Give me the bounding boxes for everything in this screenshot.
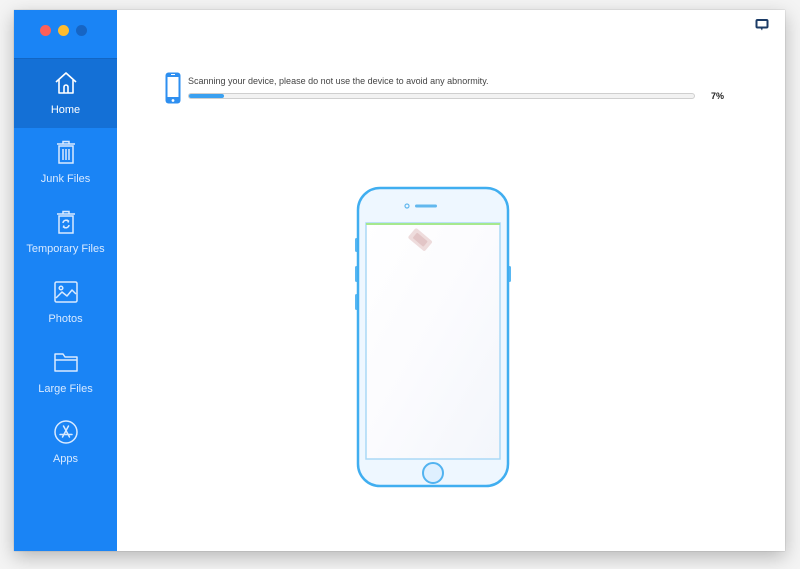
- sidebar-item-label: Apps: [52, 453, 79, 465]
- sidebar-nav: Home Junk Files Temporary Files Photos L…: [14, 58, 117, 478]
- sidebar-item-home[interactable]: Home: [14, 58, 117, 128]
- feedback-icon[interactable]: [755, 18, 769, 32]
- home-icon: [54, 72, 77, 94]
- sidebar-item-junk-files[interactable]: Junk Files: [14, 128, 117, 198]
- scan-progress-bar: [188, 93, 695, 99]
- sidebar-item-label: Home: [50, 104, 81, 116]
- scan-progress-percent: 7%: [711, 91, 725, 101]
- main-content: Scanning your device, please do not use …: [117, 10, 785, 551]
- sidebar-item-photos[interactable]: Photos: [14, 268, 117, 338]
- trash-icon: [56, 140, 75, 164]
- sidebar-item-temporary-files[interactable]: Temporary Files: [14, 198, 117, 268]
- sidebar-item-label: Photos: [48, 313, 83, 325]
- window-controls: [40, 25, 87, 36]
- image-icon: [53, 281, 78, 303]
- recycle-bin-icon: [56, 210, 75, 234]
- sidebar-item-label: Junk Files: [40, 173, 91, 185]
- scan-progress-fill: [189, 94, 225, 98]
- minimize-window-button[interactable]: [58, 25, 69, 36]
- sidebar-item-large-files[interactable]: Large Files: [14, 338, 117, 408]
- zoom-window-button[interactable]: [76, 25, 87, 36]
- close-window-button[interactable]: [40, 25, 51, 36]
- sidebar: Home Junk Files Temporary Files Photos L…: [14, 10, 117, 551]
- sidebar-item-label: Temporary Files: [26, 243, 105, 255]
- phone-scanning-icon: [355, 186, 511, 488]
- sidebar-item-apps[interactable]: Apps: [14, 408, 117, 478]
- folder-icon: [53, 353, 78, 372]
- phone-icon: [165, 72, 181, 104]
- app-store-icon: [53, 420, 78, 444]
- sidebar-item-label: Large Files: [38, 383, 93, 395]
- scan-status-message: Scanning your device, please do not use …: [188, 76, 489, 86]
- app-window: Home Junk Files Temporary Files Photos L…: [14, 10, 785, 551]
